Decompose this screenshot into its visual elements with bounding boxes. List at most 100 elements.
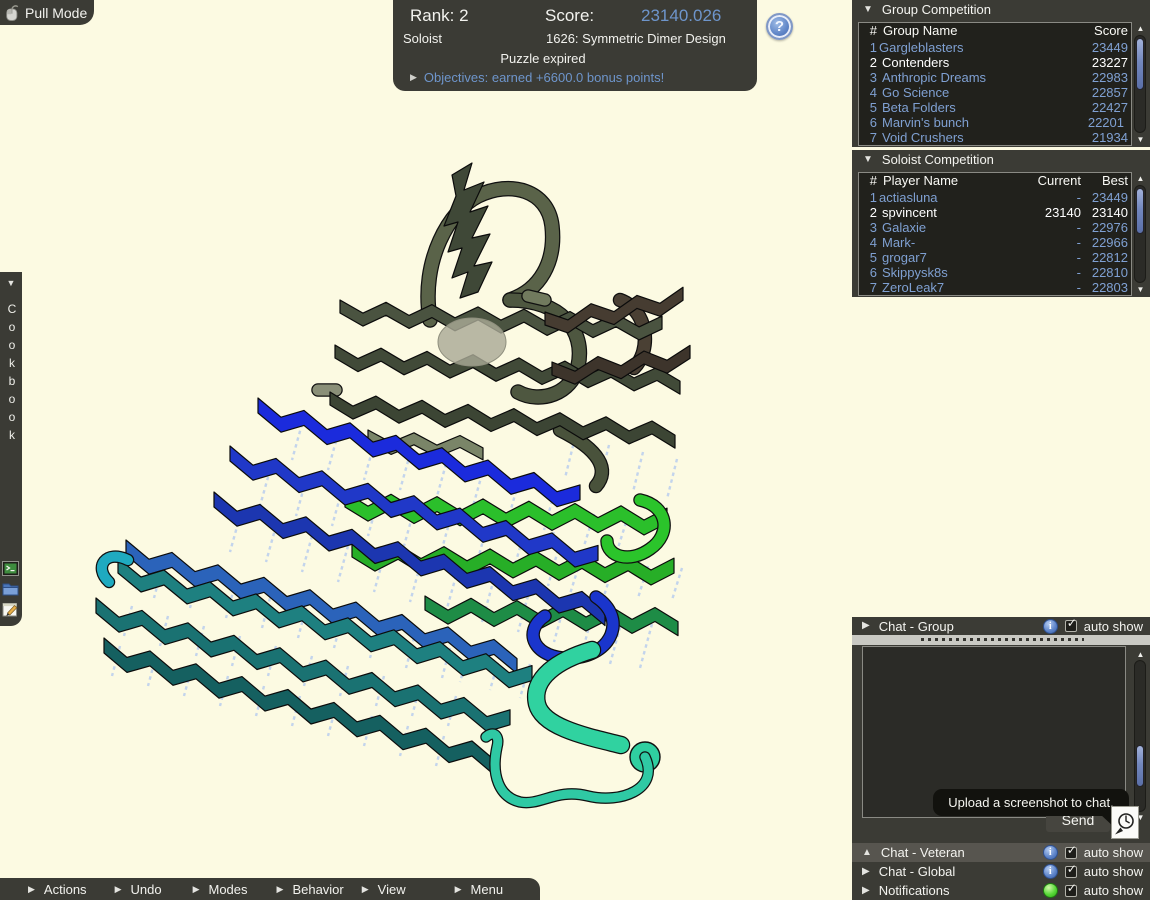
screenshot-camera-icon <box>1115 812 1134 834</box>
scroll-down-icon[interactable]: ▼ <box>1132 135 1149 144</box>
col-name: Group Name <box>883 23 958 38</box>
menu-label: Behavior <box>292 881 344 897</box>
scroll-track[interactable] <box>1134 35 1146 133</box>
soloist-competition-panel: ▼ Soloist Competition # Player Name Curr… <box>852 150 1150 297</box>
rank: 1 <box>869 190 877 205</box>
group-competition-panel: ▼ Group Competition # Group Name Score 1… <box>852 0 1150 147</box>
objectives-expander[interactable]: ▶ Objectives: earned +6600.0 bonus point… <box>410 70 664 85</box>
menu-undo[interactable]: ▶ Undo <box>115 882 162 897</box>
notifications-row[interactable]: ▶ Notifications ✓ auto show <box>852 881 1150 900</box>
protein-viewport[interactable] <box>60 150 720 840</box>
soloist-leaderboard: # Player Name Current Best 1 actiasluna -2… <box>858 172 1132 296</box>
scroll-down-icon[interactable]: ▼ <box>1132 285 1149 294</box>
expand-icon: ▶ <box>361 883 369 894</box>
collapse-icon[interactable]: ▼ <box>0 279 22 288</box>
scroll-up-icon[interactable]: ▲ <box>1132 174 1149 183</box>
menu-view[interactable]: ▶ View <box>362 882 406 897</box>
group-name-link[interactable]: Void Crushers <box>877 130 1079 145</box>
col-score: Score <box>1094 23 1128 38</box>
scroll-track[interactable] <box>1134 185 1146 283</box>
expand-icon: ▶ <box>28 883 35 894</box>
collapse-icon[interactable]: ▼ <box>863 4 873 15</box>
menu-menu[interactable]: ▶ Menu <box>455 882 503 897</box>
chat-global-row[interactable]: ▶ Chat - Global i ✓ auto show <box>852 862 1150 881</box>
auto-show-checkbox[interactable]: ✓ <box>1064 843 1077 859</box>
auto-show-checkbox[interactable]: ✓ <box>1064 616 1077 632</box>
table-row: 3 Anthropic Dreams 22983 <box>859 70 1131 85</box>
chat-scrollbar[interactable]: ▲ ▼ <box>1132 648 1149 824</box>
info-icon[interactable]: i <box>1042 618 1058 634</box>
player-name-link[interactable]: actiasluna <box>877 190 1023 205</box>
menu-modes[interactable]: ▶ Modes <box>193 882 248 897</box>
table-row: 6 Marvin's bunch 22201 <box>859 115 1131 130</box>
expand-icon[interactable]: ▶ <box>862 621 870 631</box>
menu-behavior[interactable]: ▶ Behavior <box>277 882 344 897</box>
info-icon[interactable]: i <box>1042 864 1058 879</box>
player-name-link[interactable]: spvincent <box>877 205 1023 220</box>
group-competition-header[interactable]: ▼ Group Competition <box>852 0 1150 19</box>
chat-resize-handle[interactable] <box>852 635 1150 645</box>
current: - <box>1076 190 1081 205</box>
rank: 1 <box>869 40 877 55</box>
scroll-thumb[interactable] <box>1136 38 1144 90</box>
scrollbar[interactable]: ▲ ▼ <box>1132 172 1149 296</box>
chat-veteran-row[interactable]: ▲ Chat - Veteran i ✓ auto show <box>852 843 1150 862</box>
notifications-status-icon <box>1042 883 1058 898</box>
foldit-app: Pull Mode Rank: 2 Score: 23140.026 Soloi… <box>0 0 1150 900</box>
objectives-label: Objectives: earned +6600.0 bonus points! <box>423 70 665 85</box>
collapse-icon[interactable]: ▼ <box>863 154 873 165</box>
collapsed-up-icon[interactable]: ▲ <box>862 847 872 858</box>
best: 22803 <box>1091 280 1128 295</box>
rank: 7 <box>869 130 877 145</box>
menu-actions[interactable]: ▶ Actions <box>28 882 87 897</box>
score-value: 23140.026 <box>641 6 722 25</box>
soloist-competition-title: Soloist Competition <box>881 152 994 167</box>
col-current: Current <box>1037 173 1081 188</box>
current: - <box>1076 280 1081 295</box>
group-name-link[interactable]: Gargleblasters <box>877 40 1079 55</box>
expand-icon[interactable]: ▶ <box>862 866 870 877</box>
soloist-competition-header[interactable]: ▼ Soloist Competition <box>852 150 1150 169</box>
auto-show-checkbox[interactable]: ✓ <box>1064 881 1077 897</box>
group-name-link[interactable]: Anthropic Dreams <box>877 70 1079 85</box>
group-name-link[interactable]: Marvin's bunch <box>877 115 1079 130</box>
help-button[interactable]: ? <box>766 13 793 40</box>
group-name-link[interactable]: Beta Folders <box>877 100 1079 115</box>
auto-show-checkbox[interactable]: ✓ <box>1064 862 1077 878</box>
best: 23140 <box>1091 205 1128 220</box>
info-icon[interactable]: i <box>1042 845 1058 860</box>
table-row: 1 Gargleblasters 23449 <box>859 40 1131 55</box>
rank: 6 <box>869 265 877 280</box>
pull-mode-button[interactable]: Pull Mode <box>0 0 94 25</box>
group-name-link[interactable]: Contenders <box>877 55 1079 70</box>
expand-icon[interactable]: ▶ <box>862 885 870 896</box>
player-name-link[interactable]: Mark- <box>877 235 1023 250</box>
scroll-thumb[interactable] <box>1136 745 1144 787</box>
player-name-link[interactable]: ZeroLeak7 <box>877 280 1023 295</box>
recipes-folder-icon[interactable] <box>2 581 19 596</box>
script-terminal-icon[interactable] <box>2 561 19 576</box>
check-icon: ✓ <box>1066 842 1077 857</box>
col-best: Best <box>1101 173 1128 188</box>
upload-screenshot-button[interactable] <box>1111 806 1139 839</box>
expand-icon: ▶ <box>454 883 462 894</box>
scroll-thumb[interactable] <box>1136 188 1144 234</box>
best: 23449 <box>1091 190 1128 205</box>
score: 23227 <box>1091 55 1128 70</box>
auto-show-label: auto show <box>1083 618 1143 634</box>
notepad-edit-icon[interactable] <box>2 601 19 617</box>
rank-value: Rank: 2 <box>410 6 469 25</box>
scroll-up-icon[interactable]: ▲ <box>1132 650 1149 659</box>
current: - <box>1076 235 1081 250</box>
player-name-link[interactable]: Skippysk8s <box>877 265 1023 280</box>
auto-show-label: auto show <box>1083 845 1143 860</box>
player-name-link[interactable]: grogar7 <box>877 250 1023 265</box>
chat-group-header[interactable]: ▶ Chat - Group i ✓ auto show <box>852 616 1150 635</box>
player-name-link[interactable]: Galaxie <box>877 220 1023 235</box>
scrollbar[interactable]: ▲ ▼ <box>1132 22 1149 146</box>
group-name-link[interactable]: Go Science <box>877 85 1079 100</box>
table-row: 5 Beta Folders 22427 <box>859 100 1131 115</box>
scroll-track[interactable] <box>1134 660 1146 812</box>
scroll-up-icon[interactable]: ▲ <box>1132 24 1149 33</box>
help-icon: ? <box>774 18 785 35</box>
